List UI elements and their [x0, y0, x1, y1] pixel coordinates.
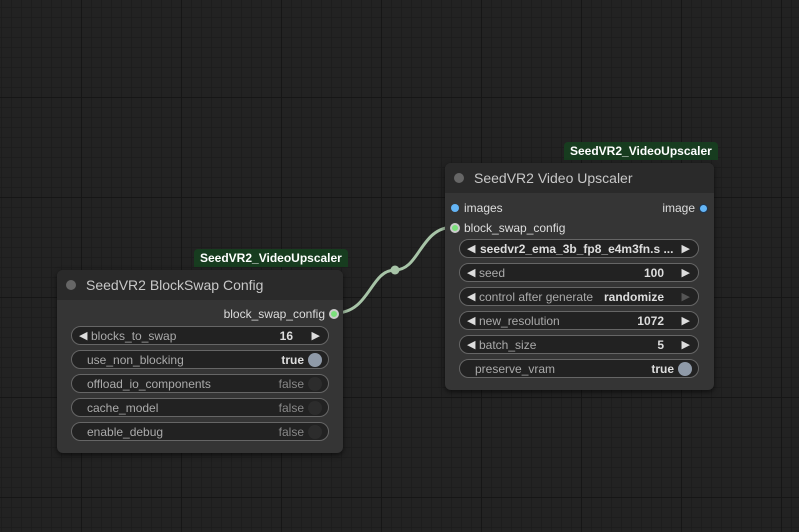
link-midpoint-handle[interactable] [390, 265, 400, 275]
widget-value: true [281, 353, 304, 367]
widget-value: 16 [279, 329, 293, 343]
decrement-arrow-icon[interactable]: ◀ [467, 264, 475, 283]
widget-label: use_non_blocking [87, 353, 184, 367]
image-input-dot-icon[interactable] [451, 204, 459, 212]
collapse-dot-icon[interactable] [454, 173, 464, 183]
widget-value: false [278, 425, 304, 439]
widget-value: false [278, 401, 304, 415]
image-output-dot-icon[interactable] [699, 204, 708, 213]
toggle-knob-icon[interactable] [308, 401, 322, 415]
widget-label: batch_size [479, 338, 537, 352]
widget-control-after-generate[interactable]: ◀ control after generate randomize ▶ [459, 287, 699, 306]
decrement-arrow-icon[interactable]: ◀ [467, 288, 475, 307]
widget-label: cache_model [87, 401, 159, 415]
widget-label: seed [479, 266, 506, 280]
widget-value: 5 [657, 338, 664, 352]
decrement-arrow-icon[interactable]: ◀ [467, 240, 475, 259]
node-title: SeedVR2 Video Upscaler [474, 170, 633, 186]
increment-arrow-icon[interactable]: ▶ [682, 336, 690, 355]
node-title-bar[interactable]: SeedVR2 BlockSwap Config [57, 270, 343, 300]
input-slot-images[interactable]: images image [445, 198, 714, 218]
toggle-knob-icon[interactable] [308, 425, 322, 439]
widget-value: true [651, 362, 674, 376]
widget-label: control after generate [479, 290, 594, 304]
widget-blocks-to-swap[interactable]: ◀ blocks_to_swap 16 ▶ [71, 326, 329, 345]
output-slot-label: image [662, 201, 695, 215]
decrement-arrow-icon[interactable]: ◀ [467, 312, 475, 331]
widget-cache-model[interactable]: cache_model false [71, 398, 329, 417]
output-slot-label: block_swap_config [223, 307, 325, 321]
widget-value: randomize [603, 290, 664, 304]
increment-arrow-icon[interactable]: ▶ [682, 264, 690, 283]
widget-enable-debug[interactable]: enable_debug false [71, 422, 329, 441]
widget-label: blocks_to_swap [91, 329, 177, 343]
input-slot-block-swap-config[interactable]: block_swap_config [445, 218, 714, 238]
widget-preserve-vram[interactable]: preserve_vram true [459, 359, 699, 378]
node-blockswap-config[interactable]: SeedVR2 BlockSwap Config block_swap_conf… [57, 270, 343, 453]
toggle-knob-icon[interactable] [678, 362, 692, 376]
slot-label: block_swap_config [464, 221, 566, 235]
decrement-arrow-icon[interactable]: ◀ [79, 327, 87, 346]
config-input-dot-icon[interactable] [450, 223, 460, 233]
output-slot-block-swap-config[interactable]: block_swap_config [57, 304, 343, 324]
widget-use-non-blocking[interactable]: use_non_blocking true [71, 350, 329, 369]
increment-arrow-icon[interactable]: ▶ [682, 288, 690, 307]
widget-label: preserve_vram [475, 362, 556, 376]
widget-model[interactable]: ◀ seedvr2_ema_3b_fp8_e4m3fn.s ... ▶ [459, 239, 699, 258]
config-output-dot-icon[interactable] [329, 309, 339, 319]
node-badge-blockswap: SeedVR2_VideoUpscaler [194, 249, 348, 267]
toggle-knob-icon[interactable] [308, 353, 322, 367]
widget-batch-size[interactable]: ◀ batch_size 5 ▶ [459, 335, 699, 354]
decrement-arrow-icon[interactable]: ◀ [467, 336, 475, 355]
widget-new-resolution[interactable]: ◀ new_resolution 1072 ▶ [459, 311, 699, 330]
node-video-upscaler[interactable]: SeedVR2 Video Upscaler images image bloc… [445, 163, 714, 390]
node-title: SeedVR2 BlockSwap Config [86, 277, 264, 293]
widget-label: enable_debug [87, 425, 164, 439]
widget-label: new_resolution [479, 314, 560, 328]
widget-offload-io-components[interactable]: offload_io_components false [71, 374, 329, 393]
increment-arrow-icon[interactable]: ▶ [312, 327, 320, 346]
widget-value: 1072 [637, 314, 664, 328]
slot-label: images [464, 201, 503, 215]
widget-seed[interactable]: ◀ seed 100 ▶ [459, 263, 699, 282]
node-title-bar[interactable]: SeedVR2 Video Upscaler [445, 163, 714, 193]
widget-value: seedvr2_ema_3b_fp8_e4m3fn.s ... [480, 242, 674, 256]
collapse-dot-icon[interactable] [66, 280, 76, 290]
widget-value: 100 [643, 266, 664, 280]
toggle-knob-icon[interactable] [308, 377, 322, 391]
increment-arrow-icon[interactable]: ▶ [682, 312, 690, 331]
widget-value: false [278, 377, 304, 391]
node-badge-upscaler: SeedVR2_VideoUpscaler [564, 142, 718, 160]
widget-label: offload_io_components [87, 377, 211, 391]
increment-arrow-icon[interactable]: ▶ [682, 240, 690, 259]
